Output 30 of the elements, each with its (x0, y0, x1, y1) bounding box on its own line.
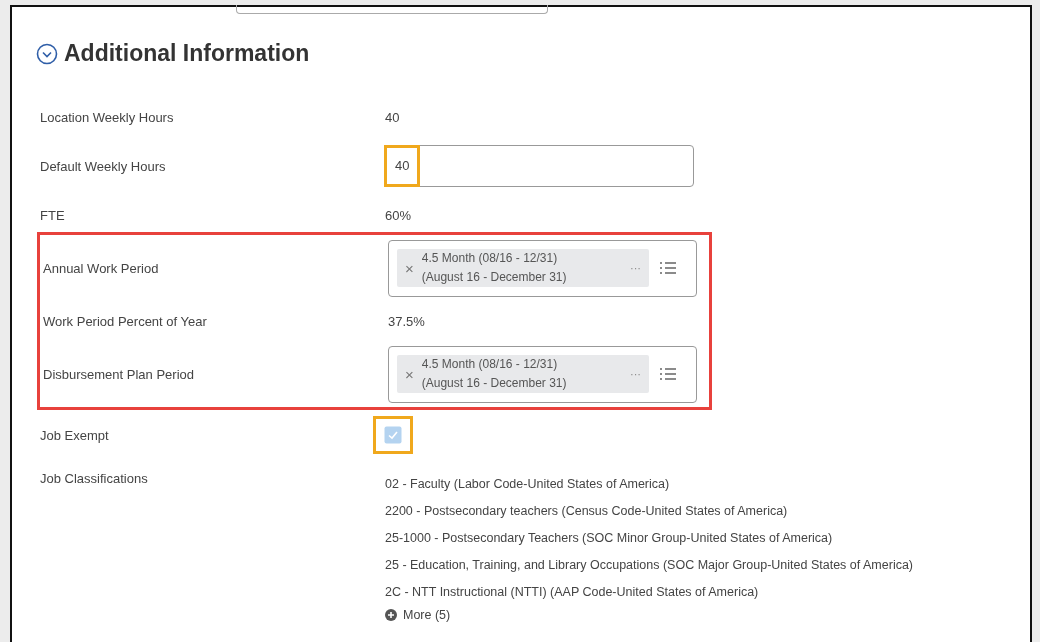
classification-item: 2200 - Postsecondary teachers (Census Code-United States of America) (385, 503, 789, 520)
classification-item: 25 - Education, Training, and Library Occupations (SOC Major Group-United States of America) (385, 557, 915, 574)
classification-item: 2C - NTT Instructional (NTTI) (AAP Code-United States of America) (385, 584, 760, 601)
field-value: 40 (385, 109, 400, 125)
field-label: Job Exempt (40, 427, 110, 443)
remove-button[interactable]: × (405, 365, 414, 383)
field-label: Job Classifications (40, 471, 149, 486)
collapse-icon[interactable] (36, 42, 58, 65)
more-link[interactable]: More (5) (385, 606, 1030, 624)
field-value: 37.5% (388, 313, 425, 329)
field-label: FTE (40, 207, 66, 223)
field-label: Disbursement Plan Period (43, 366, 196, 382)
field-label: Work Period Percent of Year (43, 313, 208, 329)
field-value: 60% (385, 207, 412, 223)
list-icon[interactable] (659, 261, 677, 275)
chip-text: 4.5 Month (08/16 - 12/31) (August 16 - December 31) (421, 356, 568, 392)
input-field[interactable]: 40 (385, 145, 694, 187)
section-title: Additional Information (64, 40, 310, 67)
multiselect-field[interactable]: × 4.5 Month (08/16 - 12/31) (August 16 - December 31) ··· (388, 239, 697, 297)
classification-item: 25-1000 - Postsecondary Teachers (SOC Minor Group-United States of America) (385, 530, 834, 547)
field-label: Annual Work Period (43, 260, 160, 276)
remove-button[interactable]: × (405, 259, 414, 277)
classification-item: 02 - Faculty (Labor Code-United States of America) (385, 476, 671, 493)
chip-text: 4.5 Month (08/16 - 12/31) (August 16 - December 31) (421, 250, 568, 286)
multiselect-field[interactable]: × 4.5 Month (08/16 - 12/31) (August 16 - December 31) ··· (388, 345, 697, 403)
plus-icon (385, 609, 397, 621)
field-label: Location Weekly Hours (40, 109, 175, 125)
field-label: Default Weekly Hours (40, 158, 167, 174)
field-value: 40 (384, 145, 421, 187)
list-icon[interactable] (659, 367, 677, 381)
